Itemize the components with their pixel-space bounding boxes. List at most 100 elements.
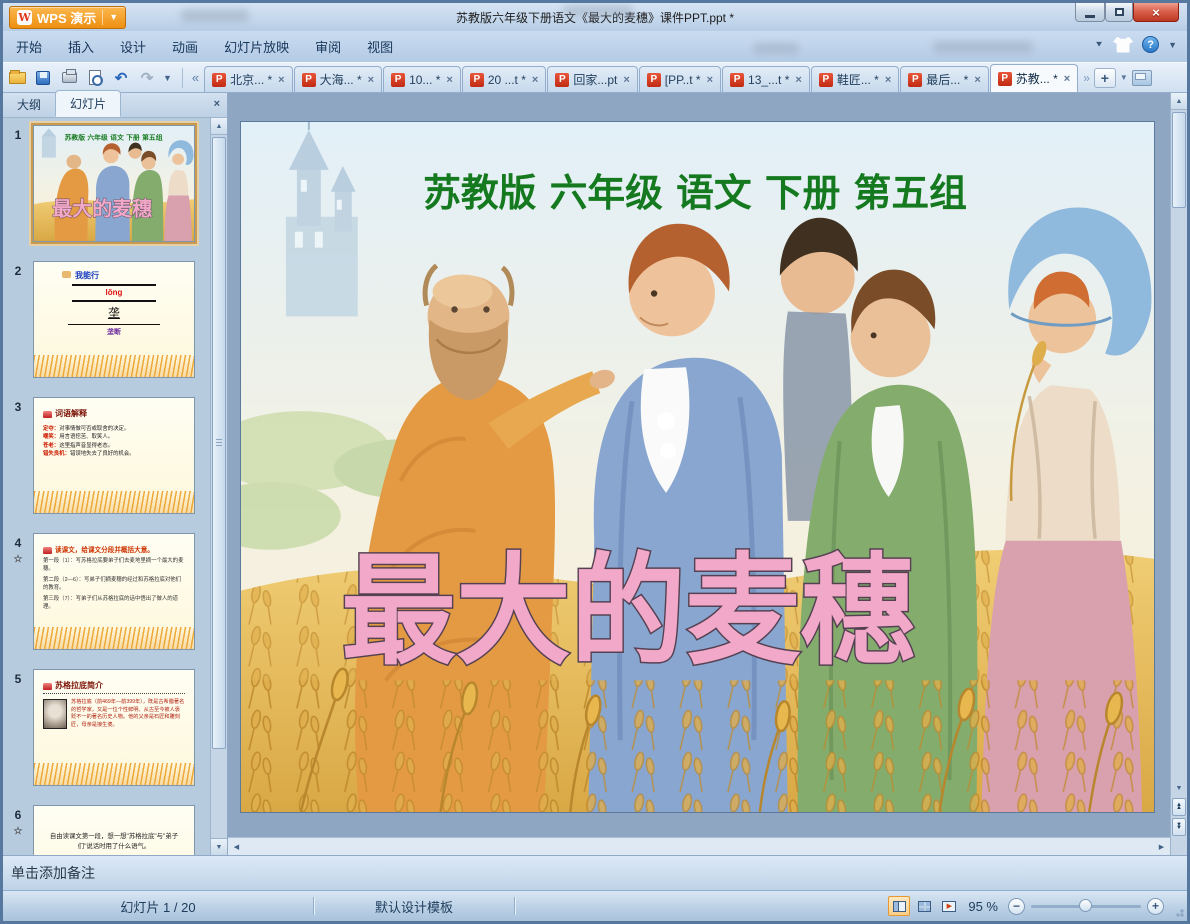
redo-button[interactable]: ↷ bbox=[135, 66, 159, 90]
slide-thumbnail-5[interactable]: 苏格拉底简介 苏格拉底（前469年—前399年），既是古希腊著名的哲学家，又是一… bbox=[33, 669, 195, 786]
notes-placeholder[interactable]: 单击添加备注 bbox=[11, 863, 95, 883]
slide-sorter-icon bbox=[917, 900, 931, 912]
scroll-down-button[interactable]: ▼ bbox=[1171, 780, 1187, 797]
scroll-down-button[interactable]: ▼ bbox=[211, 838, 227, 855]
chevron-down-icon[interactable]: ▼ bbox=[1120, 73, 1128, 82]
doc-tab[interactable]: P 回家...pt × bbox=[547, 66, 638, 92]
wps-app-button[interactable]: W WPS 演示 ▼ bbox=[9, 5, 127, 29]
ppt-file-icon: P bbox=[301, 72, 316, 87]
doc-tab[interactable]: P [PP..t * × bbox=[638, 66, 722, 92]
thumb4-para: 第三段（7）：写弟子们从苏格拉底的话中悟出了做人的道理。 bbox=[43, 596, 179, 610]
normal-view-button[interactable] bbox=[888, 896, 911, 916]
slide-canvas[interactable]: 苏教版 六年级 语文 下册 第五组 最大的麦穗 bbox=[240, 121, 1155, 813]
tab-close-icon[interactable]: × bbox=[795, 74, 801, 86]
tab-close-icon[interactable]: × bbox=[446, 74, 452, 86]
doc-tab[interactable]: P 鞋匠... * × bbox=[810, 66, 900, 92]
slide-thumbnail-2[interactable]: 我能行 lǒng 垄 垄断 bbox=[33, 261, 195, 378]
chevron-down-icon[interactable]: ▼ bbox=[109, 12, 118, 22]
tab-close-icon[interactable]: × bbox=[707, 74, 713, 86]
blurred-region bbox=[753, 43, 799, 54]
slide-thumbnail-4[interactable]: 读课文，给课文分段并概括大意。 第一段（1）：写苏格拉底要弟子们去麦地里摘一个最… bbox=[33, 533, 195, 650]
menu-animation[interactable]: 动画 bbox=[159, 32, 211, 61]
tabs-scroll-left-icon[interactable]: « bbox=[187, 70, 204, 85]
next-slide-button[interactable]: ▼ ▼ bbox=[1172, 818, 1186, 836]
open-folder-icon bbox=[8, 69, 26, 84]
collapse-ribbon-icon[interactable]: ▼ bbox=[1094, 40, 1104, 49]
doc-tab-active[interactable]: P 苏教... * × bbox=[989, 64, 1079, 92]
doc-tab[interactable]: P 北京... * × bbox=[204, 66, 293, 92]
slide-header-text[interactable]: 苏教版 六年级 语文 下册 第五组 bbox=[423, 170, 967, 215]
tab-close-icon[interactable]: × bbox=[974, 74, 980, 86]
doc-tab[interactable]: P 13_...t * × bbox=[722, 66, 810, 92]
tab-close-icon[interactable]: × bbox=[368, 74, 374, 86]
zoom-in-button[interactable]: + bbox=[1147, 897, 1164, 915]
menu-home[interactable]: 开始 bbox=[3, 32, 55, 61]
definition-line: 嘲笑：用言语挖苦、取笑人。 bbox=[43, 434, 114, 441]
close-button[interactable]: × bbox=[1133, 3, 1179, 22]
maximize-button[interactable] bbox=[1105, 3, 1133, 22]
resize-grip[interactable] bbox=[1172, 905, 1184, 917]
scroll-left-button[interactable]: ◀ bbox=[228, 843, 245, 851]
blurred-region bbox=[181, 9, 249, 22]
blurred-region bbox=[933, 41, 1033, 53]
slide-thumbnail-1[interactable]: 苏教版 六年级 语文 下册 第五组 最大的麦穗 bbox=[31, 123, 197, 244]
tab-close-icon[interactable]: × bbox=[1064, 73, 1070, 85]
menu-insert[interactable]: 插入 bbox=[55, 32, 107, 61]
ppt-file-icon: P bbox=[646, 72, 661, 87]
zoom-out-button[interactable]: − bbox=[1008, 897, 1025, 915]
thumb1-title-text: 最大的麦穗 bbox=[52, 197, 152, 220]
doc-tab[interactable]: P 10... * × bbox=[383, 66, 461, 92]
menu-design[interactable]: 设计 bbox=[107, 32, 159, 61]
tab-slides[interactable]: 幻灯片 bbox=[55, 90, 122, 117]
doc-tab[interactable]: P 最后... * × bbox=[900, 66, 989, 92]
print-button[interactable] bbox=[57, 66, 81, 90]
open-button[interactable] bbox=[5, 66, 29, 90]
menu-view[interactable]: 视图 bbox=[354, 32, 406, 61]
scroll-up-button[interactable]: ▲ bbox=[1171, 93, 1187, 110]
foreground-wheat bbox=[241, 667, 1154, 812]
panel-scrollbar[interactable]: ▲ ▼ bbox=[210, 118, 227, 855]
scroll-right-button[interactable]: ▶ bbox=[1153, 843, 1170, 851]
notes-area[interactable]: 单击添加备注 bbox=[3, 855, 1187, 890]
skin-theme-icon[interactable] bbox=[1113, 36, 1134, 53]
vertical-scrollbar[interactable]: ▲ ▼ ▲ ▲ ▼ ▼ bbox=[1170, 93, 1187, 855]
slide-editor-area: 苏教版 六年级 语文 下册 第五组 最大的麦穗 ▲ ▼ ▲ ▲ ▼ ▼ ◀ ▶ bbox=[228, 93, 1187, 855]
undo-button[interactable]: ↶ bbox=[109, 66, 133, 90]
slide-title-text[interactable]: 最大的麦穗 bbox=[340, 540, 917, 683]
scroll-up-button[interactable]: ▲ bbox=[211, 118, 227, 135]
panel-close-icon[interactable]: × bbox=[214, 98, 220, 110]
toolbar-options-icon[interactable]: ▼ bbox=[159, 73, 176, 83]
zoom-slider[interactable] bbox=[1031, 898, 1141, 912]
thumb4-heading: 读课文，给课文分段并概括大意。 bbox=[43, 544, 185, 554]
zoom-slider-thumb[interactable] bbox=[1079, 898, 1092, 912]
minimize-button[interactable] bbox=[1075, 3, 1105, 22]
tab-close-icon[interactable]: × bbox=[532, 74, 538, 86]
tab-close-icon[interactable]: × bbox=[885, 74, 891, 86]
save-button[interactable] bbox=[31, 66, 55, 90]
tab-close-icon[interactable]: × bbox=[278, 74, 284, 86]
minimize-icon bbox=[1085, 14, 1095, 18]
down-icon: ▼ bbox=[1175, 785, 1183, 792]
help-icon[interactable]: ? bbox=[1142, 36, 1160, 53]
slide-sorter-button[interactable] bbox=[913, 896, 935, 916]
tabs-scroll-right-icon[interactable]: » bbox=[1083, 71, 1090, 85]
new-tab-button[interactable]: + bbox=[1093, 67, 1116, 88]
doc-tab[interactable]: P 20 ...t * × bbox=[461, 66, 547, 92]
menu-slideshow[interactable]: 幻灯片放映 bbox=[211, 32, 302, 61]
tab-close-icon[interactable]: × bbox=[623, 74, 629, 86]
slideshow-button[interactable]: ▶ bbox=[938, 896, 960, 916]
slide-thumbnail-6[interactable]: 自由读课文第一段，想一想"苏格拉底"与"弟子们"说话时用了什么语气。 严肃、不容… bbox=[33, 805, 195, 855]
horizontal-scrollbar[interactable]: ◀ ▶ bbox=[228, 837, 1170, 855]
scrollbar-thumb[interactable] bbox=[212, 137, 226, 749]
save-icon bbox=[36, 70, 50, 85]
slide-thumbnail-3[interactable]: 词语解释 定夺：对事情做可否或取舍的决定。 嘲笑：用言语挖苦、取笑人。 苍老：这… bbox=[33, 397, 195, 514]
chevron-down-icon[interactable]: ▼ bbox=[1168, 40, 1177, 50]
print-preview-button[interactable] bbox=[83, 66, 107, 90]
tab-outline[interactable]: 大纲 bbox=[3, 92, 55, 117]
scrollbar-thumb[interactable] bbox=[1172, 112, 1186, 208]
thumb2-character: 垄 bbox=[107, 306, 120, 320]
doc-tab[interactable]: P 大海... * × bbox=[293, 66, 383, 92]
previous-slide-button[interactable]: ▲ ▲ bbox=[1172, 798, 1186, 816]
arrange-windows-icon[interactable] bbox=[1131, 69, 1152, 86]
menu-review[interactable]: 审阅 bbox=[302, 32, 354, 61]
